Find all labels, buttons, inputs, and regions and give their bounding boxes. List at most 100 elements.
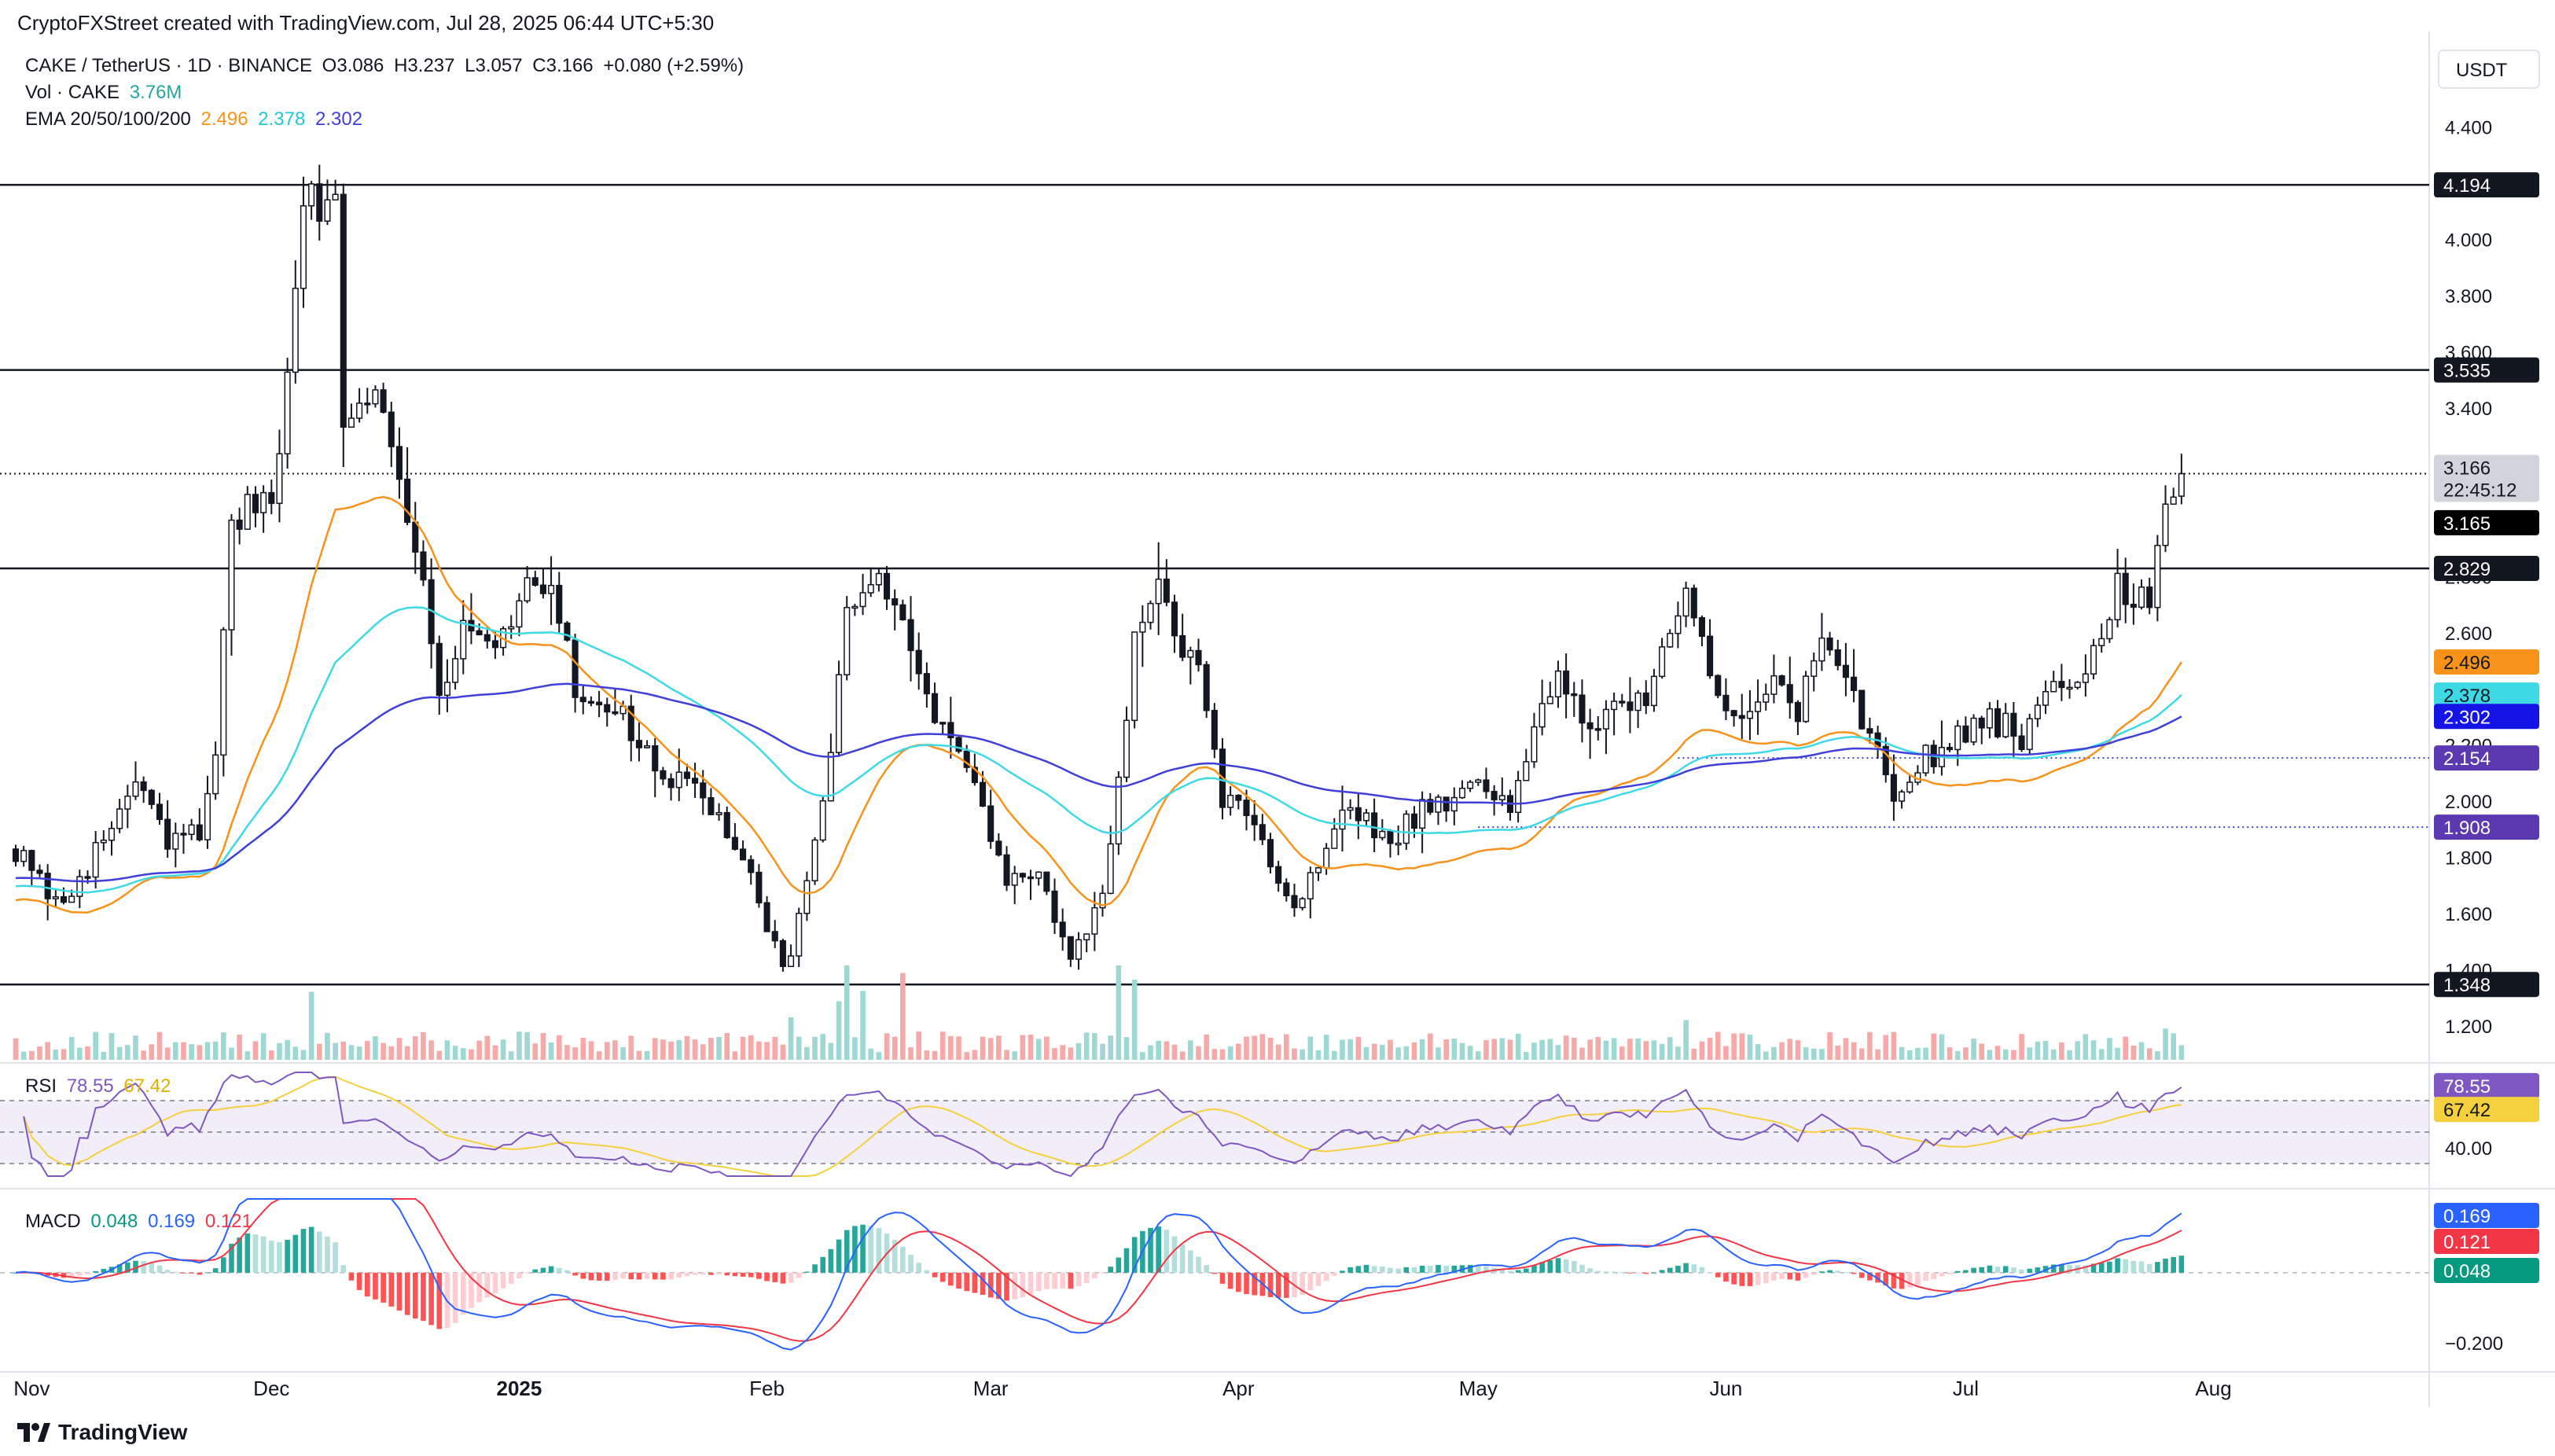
symbol-info[interactable]: CAKE / TetherUS · 1D · BINANCE: [25, 55, 312, 76]
macd-histogram-bar: [716, 1272, 722, 1275]
price-tick-label: 4.000: [2445, 230, 2492, 251]
candle-body: [28, 850, 35, 871]
candle-body: [2178, 472, 2185, 497]
macd-histogram-bar: [156, 1265, 163, 1273]
macd-histogram-bar: [1627, 1272, 1633, 1274]
volume-bar: [2155, 1051, 2160, 1060]
volume-bar: [1747, 1034, 1753, 1060]
candle-body: [548, 584, 555, 594]
volume-bar: [508, 1051, 514, 1060]
macd-histogram-bar: [396, 1272, 403, 1311]
macd-histogram-bar: [1227, 1272, 1233, 1289]
volume-bar: [356, 1046, 362, 1060]
macd-histogram-bar: [1171, 1236, 1178, 1273]
candle-body: [1890, 774, 1897, 802]
candle-body: [1171, 601, 1178, 637]
macd-histogram-bar: [1443, 1266, 1449, 1273]
volume-bar: [285, 1039, 290, 1060]
volume-bar: [2067, 1050, 2072, 1060]
macd-tick-label: −0.200: [2445, 1333, 2503, 1355]
macd-histogram-bar: [517, 1272, 522, 1278]
candle-body: [1858, 689, 1866, 730]
candle-body: [635, 740, 642, 748]
macd-histogram-bar: [1060, 1272, 1065, 1289]
candle-body: [1435, 796, 1442, 813]
volume-bar: [1515, 1033, 1521, 1060]
macd-histogram-bar: [1811, 1272, 1817, 1275]
macd-histogram-bar: [1211, 1272, 1218, 1274]
candle-body: [76, 876, 83, 897]
candle-body: [508, 626, 515, 630]
macd-histogram-bar: [189, 1272, 194, 1274]
candle-body: [1978, 717, 1985, 729]
macd-histogram-bar: [1340, 1270, 1345, 1273]
volume-bar: [636, 1050, 642, 1060]
volume-bar: [908, 1047, 914, 1060]
volume-bar: [1499, 1038, 1505, 1060]
tradingview-logo[interactable]: TradingView: [16, 1420, 187, 1445]
macd-histogram-bar: [2107, 1261, 2112, 1273]
macd-histogram-bar: [1403, 1267, 1410, 1273]
candle-body: [188, 824, 195, 836]
volume-bar: [1787, 1039, 1793, 1060]
volume-bar: [237, 1034, 242, 1060]
rsi-label[interactable]: RSI: [25, 1075, 57, 1097]
level-price-label: 1.348: [2443, 975, 2491, 996]
volume-bar: [1380, 1045, 1385, 1060]
candle-body: [2002, 712, 2009, 737]
macd-histogram-bar: [908, 1255, 914, 1273]
currency-button[interactable]: USDT: [2456, 60, 2508, 81]
volume-bar: [660, 1039, 666, 1060]
volume-bar: [1771, 1046, 1777, 1060]
candle-body: [476, 630, 483, 636]
price-label: 2.496: [2443, 653, 2491, 674]
price-label: 3.166: [2443, 458, 2491, 480]
volume-bar: [1244, 1036, 1249, 1060]
volume-bar: [1196, 1046, 1201, 1060]
ema-label[interactable]: EMA 20/50/100/200: [25, 108, 191, 130]
volume-bar: [173, 1042, 178, 1060]
volume-bar: [2115, 1047, 2120, 1060]
candle-body: [1818, 637, 1825, 662]
volume-bar: [2138, 1042, 2145, 1060]
volume-bar: [820, 1034, 826, 1060]
candle-body: [1259, 824, 1266, 840]
macd-histogram-bar: [868, 1226, 874, 1273]
candle-body: [1986, 708, 1993, 729]
candle-body: [1211, 709, 1218, 750]
candle-body: [1899, 791, 1906, 802]
candle-body: [2090, 645, 2097, 675]
candle-body: [1203, 664, 1210, 711]
candle-body: [667, 778, 675, 789]
macd-histogram-bar: [1819, 1271, 1825, 1273]
macd-price-label: 0.121: [2443, 1232, 2491, 1253]
macd-histogram-bar: [380, 1272, 386, 1303]
volume-bar: [500, 1039, 506, 1060]
candle-body: [228, 519, 235, 631]
candle-body: [364, 403, 371, 406]
macd-histogram-bar: [1196, 1256, 1201, 1273]
macd-histogram-bar: [1436, 1265, 1441, 1273]
macd-label[interactable]: MACD: [25, 1211, 81, 1232]
macd-histogram-bar: [948, 1272, 954, 1286]
candle-body: [2162, 503, 2169, 546]
volume-bar: [1284, 1034, 1289, 1060]
volume-bar: [1659, 1043, 1665, 1060]
trading-chart[interactable]: 1.2001.4001.6001.8002.0002.2002.4002.600…: [0, 0, 2555, 1456]
candle-body: [1019, 873, 1026, 878]
volume-bar: [1987, 1050, 1993, 1060]
macd-histogram-bar: [373, 1272, 378, 1300]
macd-histogram-bar: [1739, 1272, 1745, 1286]
macd-histogram-bar: [2171, 1256, 2177, 1273]
volume-bar: [852, 1037, 858, 1060]
macd-histogram-bar: [221, 1257, 226, 1273]
candle-body: [1554, 670, 1562, 698]
price-tick-label: 1.200: [2445, 1017, 2492, 1038]
candle-body: [1866, 728, 1873, 734]
volume-bar: [2011, 1050, 2016, 1060]
volume-bar: [1347, 1039, 1353, 1060]
volume-label[interactable]: Vol · CAKE: [25, 82, 119, 103]
macd-histogram-bar: [1779, 1272, 1785, 1280]
macd-histogram-bar: [436, 1272, 443, 1329]
volume-bar: [2146, 1048, 2152, 1060]
